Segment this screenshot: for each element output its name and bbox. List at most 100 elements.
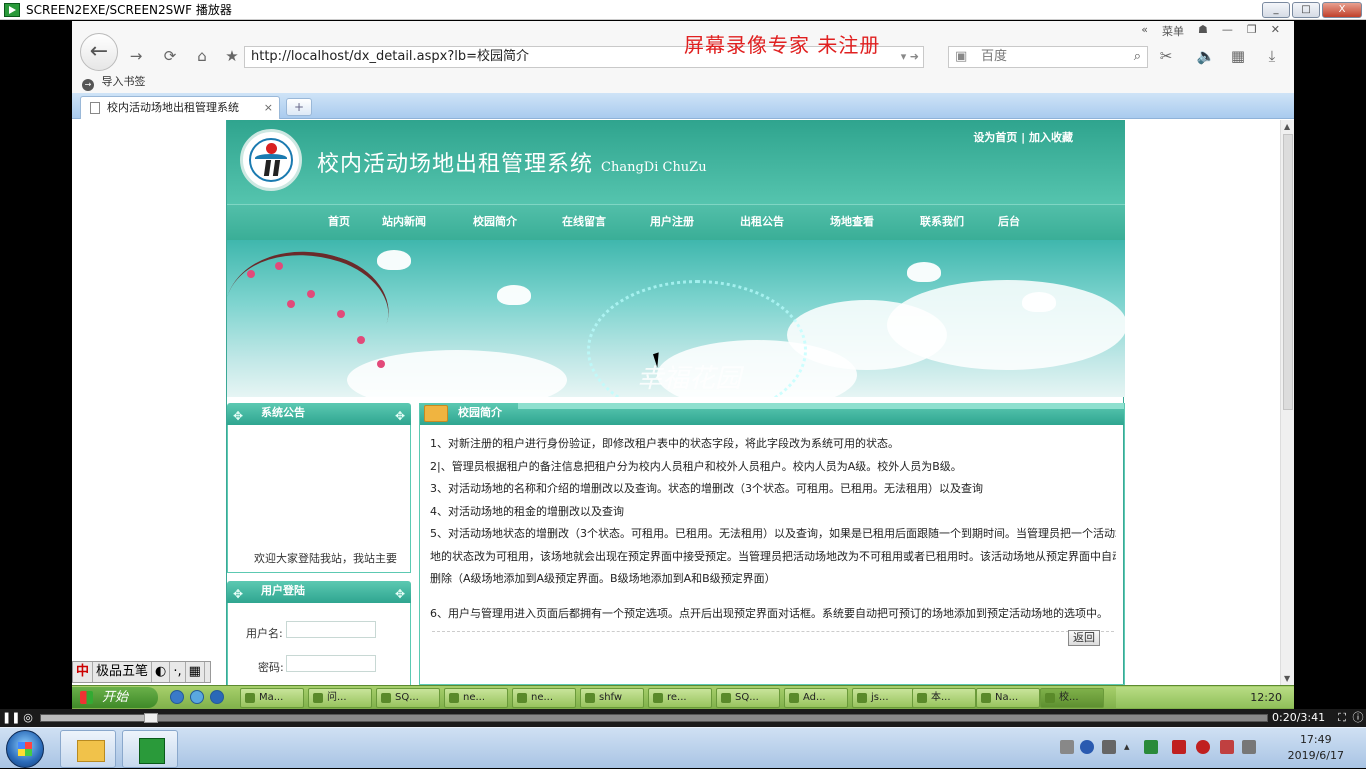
recorded-tray: 12:20 [1116,687,1294,708]
dove [377,250,411,270]
menu-button[interactable]: 菜单 [1162,23,1184,39]
task-item[interactable]: 本... [912,688,976,708]
ime-moon-icon[interactable]: ◐ [152,662,171,682]
download-button[interactable]: ⤓ [1260,45,1284,67]
nav-contact[interactable]: 联系我们 [920,205,964,241]
settings-icon[interactable]: ◎ [20,710,36,726]
username-input[interactable] [286,621,376,638]
pause-icon[interactable]: ❚❚ [2,710,20,726]
tab-active[interactable]: 校内活动场地出租管理系统 × [80,96,280,119]
nav-intro[interactable]: 校园简介 [473,205,517,241]
task-item[interactable]: 问... [308,688,372,708]
header-links[interactable]: 设为首页 | 加入收藏 [973,129,1073,145]
shield-icon[interactable] [1172,740,1186,754]
sound-button[interactable]: 🔈 [1194,45,1218,67]
mute-icon[interactable] [1196,740,1210,754]
scroll-thumb[interactable] [1283,134,1293,410]
close-button[interactable]: X [1322,2,1362,18]
intro-paragraph: 地的状态改为可租用，该场地就会出现在预定界面中接受预定。当管理员把活动场地改为不… [430,549,1116,563]
help-icon[interactable] [1080,740,1094,754]
player-pinned-icon[interactable] [122,730,178,768]
search-engine-icon[interactable]: ▣ [955,47,967,67]
ime-name[interactable]: 极品五笔 [93,662,153,682]
nav-news[interactable]: 站内新闻 [382,205,426,241]
ime-toolbar[interactable]: 中 极品五笔 ◐ ·, ▦ [72,661,211,683]
task-item[interactable]: Ad... [784,688,848,708]
clock[interactable]: 17:49 2019/6/17 [1288,732,1344,764]
task-item[interactable]: Na... [976,688,1040,708]
page-scrollbar[interactable]: ▲ ▼ [1280,120,1294,685]
password-input[interactable] [286,655,376,672]
quicklaunch-icon[interactable] [190,690,204,704]
refresh-button[interactable]: ⟳ [158,45,182,67]
task-item[interactable]: shfw [580,688,644,708]
info-icon[interactable]: ⓘ [1350,710,1366,726]
task-item-active[interactable]: 校... [1040,688,1104,708]
new-tab-button[interactable]: + [286,98,312,116]
alert-icon[interactable] [1220,740,1234,754]
home-button[interactable]: ⌂ [190,45,214,67]
clock-date: 2019/6/17 [1287,749,1344,762]
task-item[interactable]: ne... [512,688,576,708]
site-header: 校内活动场地出租管理系统 ChangDi ChuZu 设为首页 | 加入收藏 [227,120,1125,204]
progress-track[interactable] [40,713,1268,723]
explorer-pinned-icon[interactable] [60,730,116,768]
notice-welcome-text: 欢迎大家登陆我站，我站主要 [254,552,397,565]
intro-paragraph: 1、对新注册的租户进行身份验证，即修改租户表中的状态字段，将此字段改为系统可用的… [430,437,899,450]
browser-toolbar: ← → ⟳ ⌂ ★ http://localhost/dx_detail.asp… [72,21,1294,73]
ime-keyboard-icon[interactable]: ▦ [186,662,205,682]
bookmarks-bar: → 导入书签 [72,73,1294,93]
browser-close-icon[interactable]: ✕ [1271,23,1280,39]
nav-home[interactable]: 首页 [328,205,350,241]
player-app-icon [4,2,20,17]
start-button[interactable]: 开始 [72,687,158,708]
tab-bar: 校内活动场地出租管理系统 × + [72,93,1294,119]
nav-message[interactable]: 在线留言 [562,205,606,241]
collapse-icon[interactable]: « [1141,23,1148,39]
ie-icon[interactable] [170,690,184,704]
quicklaunch-icon[interactable] [210,690,224,704]
windows-start-orb[interactable] [6,730,44,768]
app-button[interactable]: ▦ [1226,45,1250,67]
search-icon[interactable]: ⌕ [1134,47,1141,67]
nav-admin[interactable]: 后台 [998,205,1020,241]
ime-punct-icon[interactable]: ·, [170,662,186,682]
browser-minimize-icon[interactable]: — [1222,23,1233,39]
chevron-up-icon[interactable]: ▴ [1124,740,1138,754]
maximize-button[interactable]: □ [1292,2,1320,18]
task-item[interactable]: ne... [444,688,508,708]
task-item[interactable]: SQ... [716,688,780,708]
nav-register[interactable]: 用户注册 [650,205,694,241]
page-icon [90,102,100,114]
task-item[interactable]: SQ... [376,688,440,708]
dropdown-arrow-icon[interactable]: ▾ ➜ [901,47,919,67]
tab-close-icon[interactable]: × [264,97,273,118]
username-row: 用户名: [246,621,376,641]
import-bookmarks-link[interactable]: 导入书签 [102,75,146,88]
browser-restore-icon[interactable]: ❐ [1247,23,1257,39]
back-button[interactable]: ← [80,33,118,71]
network-status-icon[interactable] [1144,740,1158,754]
return-button[interactable]: 返回 [1068,630,1100,646]
scroll-up-icon[interactable]: ▲ [1284,122,1290,131]
minimize-button[interactable]: _ [1262,2,1290,18]
intro-paragraph: 5、对活动场地状态的增删改（3个状态。可租用。已租用。无法租用）以及查询，如果是… [430,527,1116,540]
clock-time: 17:49 [1299,733,1332,746]
fullscreen-icon[interactable]: ⛶ [1334,710,1350,726]
nav-venues[interactable]: 场地查看 [830,205,874,241]
ime-cn-icon[interactable]: 中 [73,662,94,682]
scroll-down-icon[interactable]: ▼ [1284,674,1290,683]
nav-rent-notice[interactable]: 出租公告 [740,205,784,241]
pen-icon[interactable] [1102,740,1116,754]
keyboard-icon[interactable] [1060,740,1074,754]
forward-button[interactable]: → [124,45,148,67]
task-item[interactable]: js... [852,688,916,708]
favorite-button[interactable]: ★ [220,45,244,67]
cut-tool-button[interactable]: ✂ [1154,45,1178,67]
search-box[interactable]: ▣ 百度 ⌕ [948,46,1148,68]
task-item[interactable]: re... [648,688,712,708]
progress-knob[interactable] [144,713,159,723]
skin-icon[interactable]: ☗ [1198,23,1208,39]
signal-icon[interactable] [1242,740,1256,754]
task-item[interactable]: Ma... [240,688,304,708]
